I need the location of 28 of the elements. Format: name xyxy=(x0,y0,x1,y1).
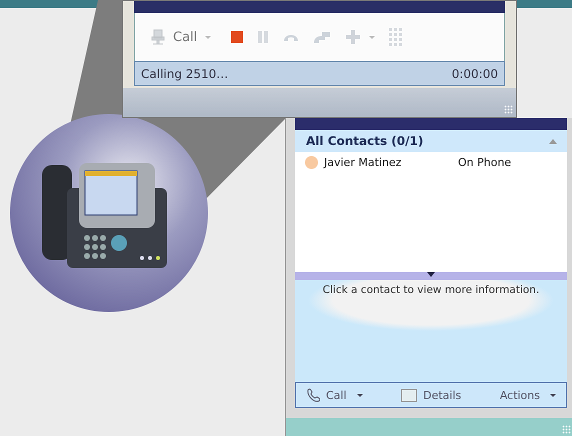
contact-name[interactable]: Javier Matinez xyxy=(324,156,452,169)
call-timer: 0:00:00 xyxy=(452,66,498,80)
resize-grip-icon[interactable] xyxy=(504,105,513,114)
resize-grip-icon[interactable] xyxy=(562,425,571,434)
collapse-icon[interactable] xyxy=(549,138,557,144)
handset-icon[interactable] xyxy=(283,32,300,42)
caret-icon xyxy=(356,394,363,396)
caret-icon xyxy=(550,394,556,396)
card-icon xyxy=(401,388,418,402)
contact-status: On Phone xyxy=(458,156,512,169)
pause-icon[interactable] xyxy=(257,31,270,43)
caret-icon[interactable] xyxy=(205,36,212,38)
call-status: Calling 2510… xyxy=(141,66,228,80)
splitter-bar[interactable] xyxy=(295,272,567,280)
phone-icon xyxy=(306,388,320,402)
call-button[interactable]: Call xyxy=(306,388,363,402)
contact-group-header[interactable]: All Contacts (0/1) xyxy=(295,130,567,152)
actions-button[interactable]: Actions xyxy=(500,388,556,402)
info-message: Click a contact to view more information. xyxy=(322,284,540,298)
stop-icon[interactable] xyxy=(231,31,244,43)
details-button[interactable]: Details xyxy=(401,388,462,402)
transfer-icon[interactable] xyxy=(313,30,332,44)
caret-icon[interactable] xyxy=(369,36,376,38)
plus-icon[interactable] xyxy=(345,29,362,45)
keypad-icon[interactable] xyxy=(389,28,404,46)
call-button[interactable]: Call xyxy=(173,30,198,44)
group-label: All Contacts (0/1) xyxy=(306,134,424,148)
chair-icon[interactable] xyxy=(149,28,167,46)
